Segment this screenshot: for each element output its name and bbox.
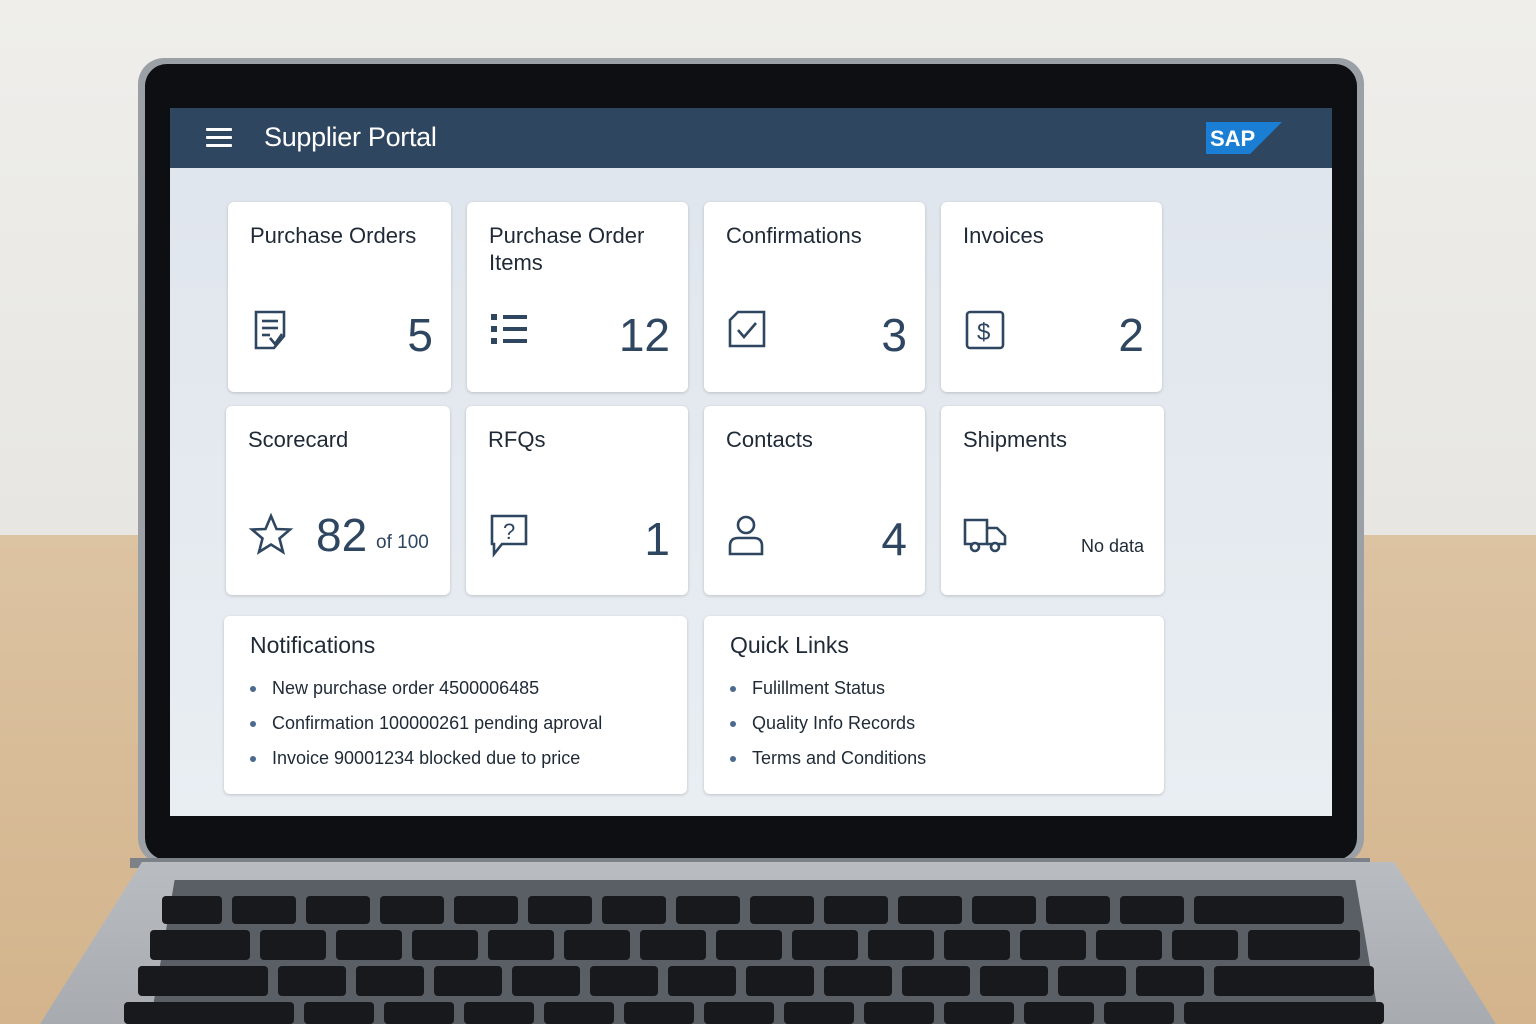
tile-count: 1 — [644, 513, 670, 565]
svg-text:SAP: SAP — [1210, 126, 1255, 151]
tile-title: Contacts — [726, 427, 813, 452]
tile-title: Confirmations — [726, 223, 862, 248]
tile-title: Invoices — [963, 223, 1044, 248]
tile-title: Scorecard — [248, 427, 349, 452]
tile-count: 3 — [881, 309, 907, 361]
notification-item[interactable]: Confirmation 100000261 pending aproval — [250, 711, 602, 746]
no-data-text: No data — [1080, 536, 1144, 556]
quick-link[interactable]: Terms and Conditions — [730, 746, 926, 781]
tile-title: Purchase Order Items — [489, 223, 645, 275]
tile-purchase-order-items[interactable]: Purchase Order Items 12 — [467, 202, 688, 392]
tile-rfqs[interactable]: RFQs ? 1 — [466, 406, 688, 595]
hamburger-menu-icon[interactable] — [206, 128, 232, 148]
tile-count: 2 — [1118, 309, 1144, 361]
dollar-icon: $ — [965, 310, 1005, 350]
sap-logo: SAP — [1206, 122, 1282, 154]
tile-scorecard[interactable]: Scorecard 82 of 100 — [226, 406, 450, 595]
notification-item[interactable]: Invoice 90001234 blocked due to price — [250, 746, 602, 781]
quick-links-card: Quick Links Fulillment Status Quality In… — [704, 616, 1164, 794]
person-icon — [728, 515, 764, 556]
svg-text:$: $ — [977, 319, 990, 346]
app-title: Supplier Portal — [264, 122, 437, 152]
notifications-title: Notifications — [250, 632, 376, 658]
notifications-list: New purchase order 4500006485 Confirmati… — [250, 676, 602, 781]
tile-shipments[interactable]: Shipments No data — [941, 406, 1164, 595]
shell-bar: Supplier Portal SAP — [170, 108, 1332, 168]
question-bubble-icon: ? — [490, 514, 528, 558]
tile-invoices[interactable]: Invoices $ 2 — [941, 202, 1162, 392]
tile-purchase-orders[interactable]: Purchase Orders 5 — [228, 202, 451, 392]
document-icon — [254, 310, 286, 350]
list-icon — [491, 314, 527, 344]
tile-count: 4 — [881, 513, 907, 565]
score-suffix: of 100 — [376, 532, 429, 553]
truck-icon — [963, 518, 1007, 553]
quick-link[interactable]: Fulillment Status — [730, 676, 926, 711]
score-value: 82 — [316, 509, 368, 561]
tile-title: Purchase Orders — [250, 223, 417, 248]
quick-links-list: Fulillment Status Quality Info Records T… — [730, 676, 926, 781]
tile-count: 12 — [618, 309, 670, 361]
tile-title: RFQs — [488, 427, 546, 452]
tile-confirmations[interactable]: Confirmations 3 — [704, 202, 925, 392]
tile-count: 5 — [407, 309, 433, 361]
checkbox-icon — [728, 310, 766, 348]
svg-text:?: ? — [503, 519, 515, 544]
notification-item[interactable]: New purchase order 4500006485 — [250, 676, 602, 711]
quick-links-title: Quick Links — [730, 632, 849, 658]
quick-link[interactable]: Quality Info Records — [730, 711, 926, 746]
tile-title: Shipments — [963, 427, 1067, 452]
tile-contacts[interactable]: Contacts 4 — [704, 406, 925, 595]
laptop-screen: Supplier Portal SAP Purchase Orders 5 Pu… — [170, 108, 1332, 816]
star-icon — [248, 512, 294, 555]
notifications-card: Notifications New purchase order 4500006… — [224, 616, 687, 794]
